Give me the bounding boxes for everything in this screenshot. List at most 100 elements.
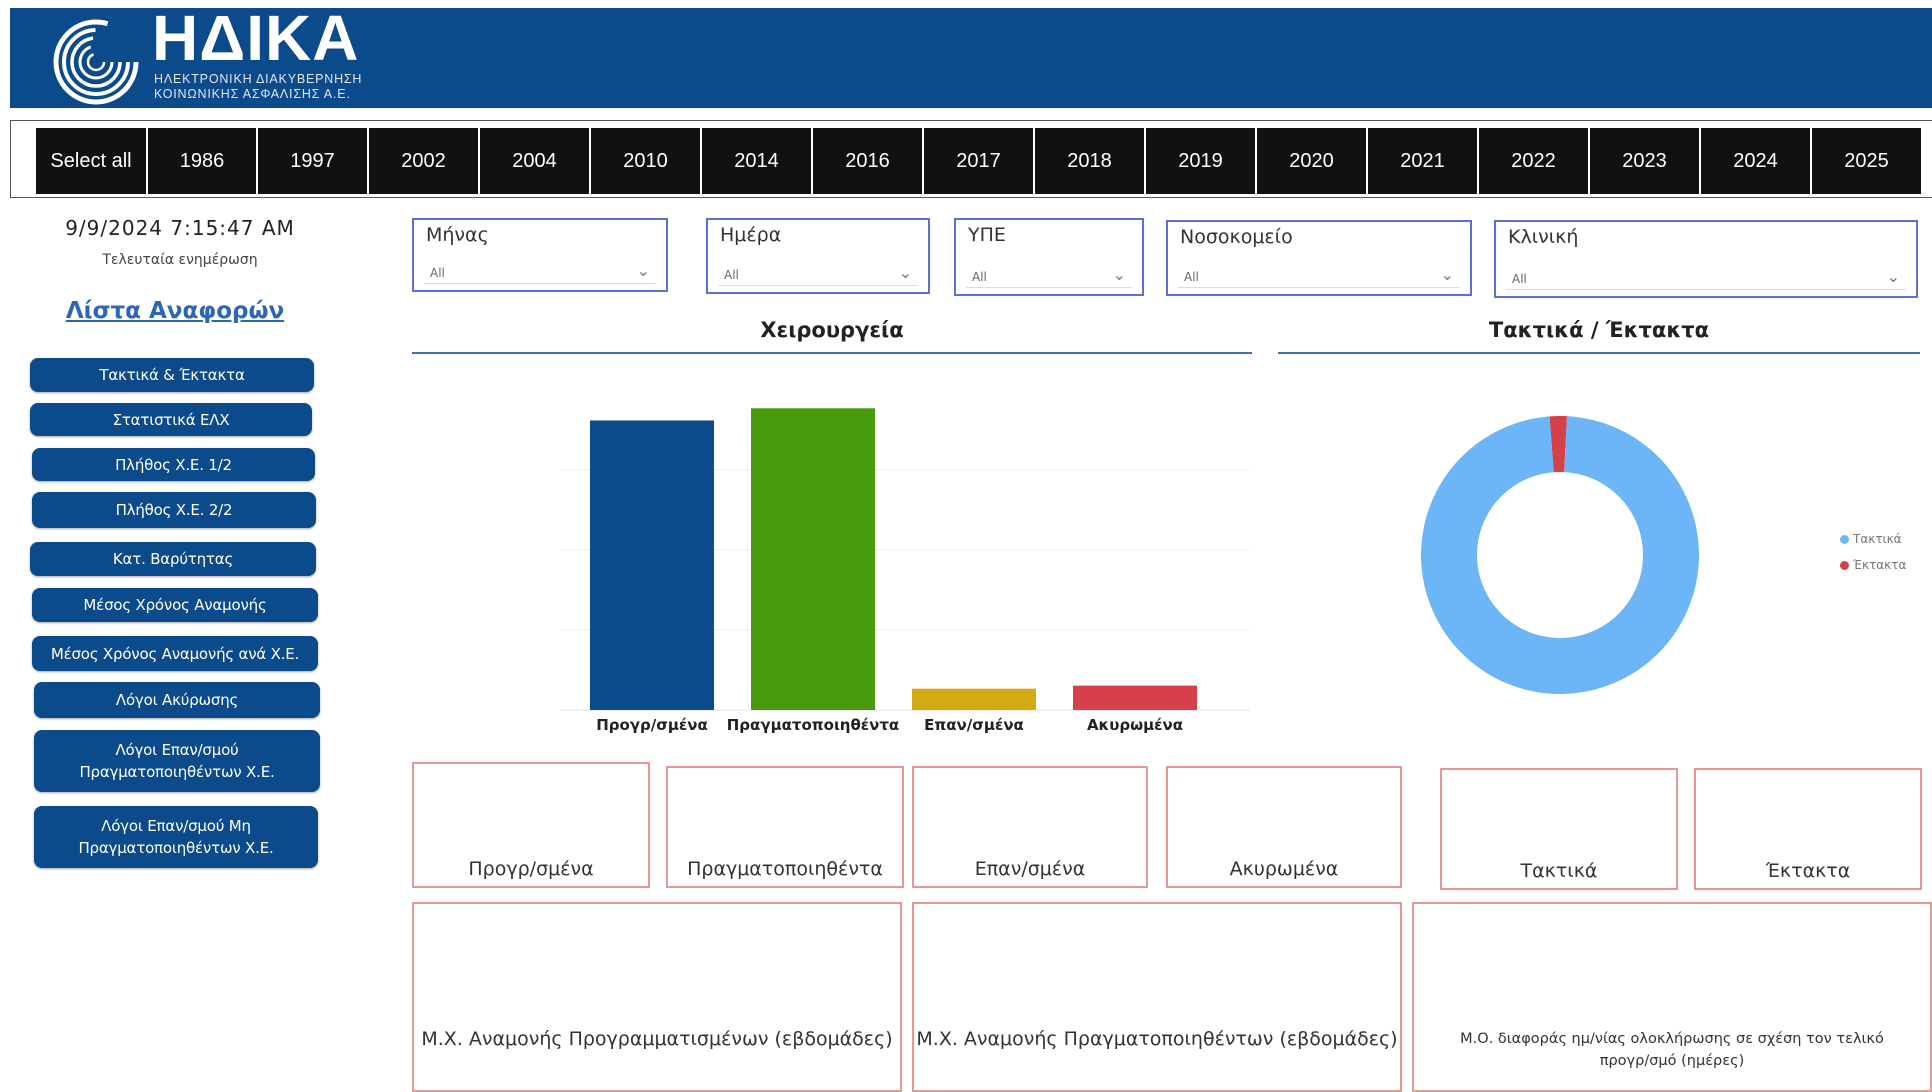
month-filter-label: Μήνας bbox=[426, 224, 489, 246]
hospital-filter: Νοσοκομείο All ⌄ bbox=[1166, 220, 1472, 296]
clinic-filter: Κλινική All ⌄ bbox=[1494, 220, 1918, 298]
avg-wait-time-button[interactable]: Μέσος Χρόνος Αναμονής bbox=[32, 588, 318, 622]
month-dropdown-value: All bbox=[430, 266, 445, 280]
year-button[interactable]: 2010 bbox=[591, 128, 702, 194]
avg-wait-performed-kpi-label: Μ.Χ. Αναμονής Πραγματοποιηθέντων (εβδομά… bbox=[916, 1028, 1398, 1050]
bar-category-label: Επαν/σμένα bbox=[924, 716, 1024, 734]
avg-completion-diff-kpi-label: Μ.Ο. διαφοράς ημ/νίας ολοκλήρωσης σε σχέ… bbox=[1460, 1031, 1884, 1069]
avg-completion-diff-kpi-card: Μ.Ο. διαφοράς ημ/νίας ολοκλήρωσης σε σχέ… bbox=[1412, 902, 1932, 1092]
surgeries-title-underline bbox=[412, 352, 1252, 354]
year-button[interactable]: 2024 bbox=[1701, 128, 1812, 194]
ype-dropdown[interactable]: All ⌄ bbox=[966, 265, 1132, 288]
rescheduled-kpi-label: Επαν/σμένα bbox=[974, 858, 1086, 880]
legend-label: Τακτικά bbox=[1853, 532, 1902, 546]
day-dropdown-value: All bbox=[724, 268, 739, 282]
last-update-label: Τελευταία ενημέρωση bbox=[102, 252, 258, 268]
year-button[interactable]: 1997 bbox=[258, 128, 369, 194]
logo-subtitle-line2: ΚΟΙΝΩΝΙΚΗΣ ΑΣΦΑΛΙΣΗΣ Α.Ε. bbox=[154, 87, 351, 101]
year-button[interactable]: 2018 bbox=[1035, 128, 1146, 194]
severity-category-button[interactable]: Κατ. Βαρύτητας bbox=[30, 542, 316, 576]
legend-item: Τακτικά bbox=[1840, 532, 1906, 546]
day-filter-label: Ημέρα bbox=[720, 224, 782, 246]
year-button[interactable]: 2020 bbox=[1257, 128, 1368, 194]
legend-dot-icon bbox=[1840, 560, 1849, 570]
logo-subtitle-line1: ΗΛΕΚΤΡΟΝΙΚΗ ΔΙΑΚΥΒΕΡΝΗΣΗ bbox=[154, 72, 363, 86]
emergency-kpi-card: Έκτακτα bbox=[1694, 768, 1922, 890]
chevron-down-icon: ⌄ bbox=[1886, 267, 1900, 286]
hospital-dropdown-value: All bbox=[1184, 270, 1199, 284]
count-xe-1-2-button[interactable]: Πλήθος Χ.Ε. 1/2 bbox=[32, 448, 315, 481]
legend-dot-icon bbox=[1840, 534, 1849, 544]
year-button[interactable]: 2014 bbox=[702, 128, 813, 194]
month-dropdown[interactable]: All ⌄ bbox=[424, 261, 656, 284]
clinic-dropdown[interactable]: All ⌄ bbox=[1506, 267, 1906, 290]
bar-3[interactable] bbox=[1073, 685, 1197, 710]
reports-list-link[interactable]: Λίστα Αναφορών bbox=[40, 298, 310, 324]
bar-1[interactable] bbox=[751, 408, 875, 710]
month-filter: Μήνας All ⌄ bbox=[412, 218, 668, 292]
avg-wait-scheduled-kpi-label: Μ.Χ. Αναμονής Προγραμματισμένων (εβδομάδ… bbox=[421, 1028, 893, 1050]
clinic-dropdown-value: All bbox=[1512, 272, 1527, 286]
cancelled-kpi-label: Ακυρωμένα bbox=[1229, 858, 1339, 880]
surgeries-chart-title: Χειρουργεία bbox=[760, 318, 904, 342]
emergency-kpi-label: Έκτακτα bbox=[1765, 860, 1851, 882]
last-update-datetime: 9/9/2024 7:15:47 AM bbox=[65, 216, 295, 240]
avg-wait-scheduled-kpi-card: Μ.Χ. Αναμονής Προγραμματισμένων (εβδομάδ… bbox=[412, 902, 902, 1092]
bar-2[interactable] bbox=[912, 688, 1036, 710]
bar-category-label: Πραγματοποιηθέντα bbox=[727, 716, 899, 734]
statistics-elx-button[interactable]: Στατιστικά ΕΛΧ bbox=[30, 403, 312, 436]
ype-filter-label: ΥΠΕ bbox=[968, 224, 1006, 246]
logo-title: ΗΔΙΚΑ bbox=[152, 2, 360, 74]
legend-label: Έκτακτα bbox=[1853, 558, 1907, 572]
hospital-dropdown[interactable]: All ⌄ bbox=[1178, 265, 1460, 288]
donut-title-underline bbox=[1278, 352, 1920, 354]
ype-dropdown-value: All bbox=[972, 270, 987, 284]
donut-legend: Τακτικά Έκτακτα bbox=[1840, 532, 1906, 584]
bar-category-label: Προγρ/σμένα bbox=[596, 716, 708, 734]
reschedule-reasons-not-performed-button[interactable]: Λόγοι Επαν/σμού Μη Πραγματοποιηθέντων Χ.… bbox=[34, 806, 318, 868]
bar-0[interactable] bbox=[590, 420, 714, 710]
year-button[interactable]: 2022 bbox=[1479, 128, 1590, 194]
cancellation-reasons-button[interactable]: Λόγοι Ακύρωσης bbox=[34, 682, 320, 718]
scheduled-emergency-donut-chart bbox=[1421, 416, 1699, 694]
year-button[interactable]: 1986 bbox=[148, 128, 258, 194]
logo-icon bbox=[53, 19, 139, 105]
scheduled-kpi-label: Προγρ/σμένα bbox=[468, 858, 594, 880]
chevron-down-icon: ⌄ bbox=[898, 263, 912, 282]
year-button[interactable]: 2002 bbox=[369, 128, 480, 194]
clinic-filter-label: Κλινική bbox=[1508, 226, 1579, 248]
year-button[interactable]: 2021 bbox=[1368, 128, 1479, 194]
performed-kpi-card: Πραγματοποιηθέντα bbox=[666, 766, 904, 888]
day-dropdown[interactable]: All ⌄ bbox=[718, 263, 918, 286]
legend-item: Έκτακτα bbox=[1840, 558, 1906, 572]
regular-emergency-button[interactable]: Τακτικά & Έκτακτα bbox=[30, 358, 314, 392]
chevron-down-icon: ⌄ bbox=[636, 261, 650, 280]
chevron-down-icon: ⌄ bbox=[1440, 265, 1454, 284]
performed-kpi-label: Πραγματοποιηθέντα bbox=[687, 858, 883, 880]
day-filter: Ημέρα All ⌄ bbox=[706, 218, 930, 294]
year-button[interactable]: 2023 bbox=[1590, 128, 1701, 194]
avg-wait-time-per-xe-button[interactable]: Μέσος Χρόνος Αναμονής ανά Χ.Ε. bbox=[32, 636, 318, 671]
bar-category-label: Ακυρωμένα bbox=[1087, 716, 1183, 734]
year-select-all-button[interactable]: Select all bbox=[36, 128, 148, 194]
chevron-down-icon: ⌄ bbox=[1112, 265, 1126, 284]
scheduled-kpi-card: Προγρ/σμένα bbox=[412, 762, 650, 888]
donut-chart-title: Τακτικά / Έκτακτα bbox=[1488, 318, 1710, 342]
hospital-filter-label: Νοσοκομείο bbox=[1180, 226, 1293, 248]
reschedule-reasons-performed-button[interactable]: Λόγοι Επαν/σμού Πραγματοποιηθέντων Χ.Ε. bbox=[34, 730, 320, 792]
cancelled-kpi-card: Ακυρωμένα bbox=[1166, 766, 1402, 888]
ype-filter: ΥΠΕ All ⌄ bbox=[954, 218, 1144, 296]
count-xe-2-2-button[interactable]: Πλήθος Χ.Ε. 2/2 bbox=[32, 492, 316, 528]
year-slicer: Select all 1986 1997 2002 2004 2010 2014 2016 20… bbox=[36, 128, 1923, 194]
rescheduled-kpi-card: Επαν/σμένα bbox=[912, 766, 1148, 888]
year-button[interactable]: 2016 bbox=[813, 128, 924, 194]
regular-kpi-card: Τακτικά bbox=[1440, 768, 1678, 890]
surgeries-bar-chart: Προγρ/σμένα Πραγματοποιηθέντα Επαν/σμένα Ακ… bbox=[560, 408, 1250, 734]
logo-subtitle: ΗΛΕΚΤΡΟΝΙΚΗ ΔΙΑΚΥΒΕΡΝΗΣΗ ΚΟΙΝΩΝΙΚΗΣ ΑΣΦΑ… bbox=[154, 72, 362, 102]
year-button[interactable]: 2019 bbox=[1146, 128, 1257, 194]
regular-kpi-label: Τακτικά bbox=[1520, 860, 1598, 882]
year-button[interactable]: 2017 bbox=[924, 128, 1035, 194]
year-button[interactable]: 2025 bbox=[1812, 128, 1923, 194]
year-button[interactable]: 2004 bbox=[480, 128, 591, 194]
avg-wait-performed-kpi-card: Μ.Χ. Αναμονής Πραγματοποιηθέντων (εβδομά… bbox=[912, 902, 1402, 1092]
